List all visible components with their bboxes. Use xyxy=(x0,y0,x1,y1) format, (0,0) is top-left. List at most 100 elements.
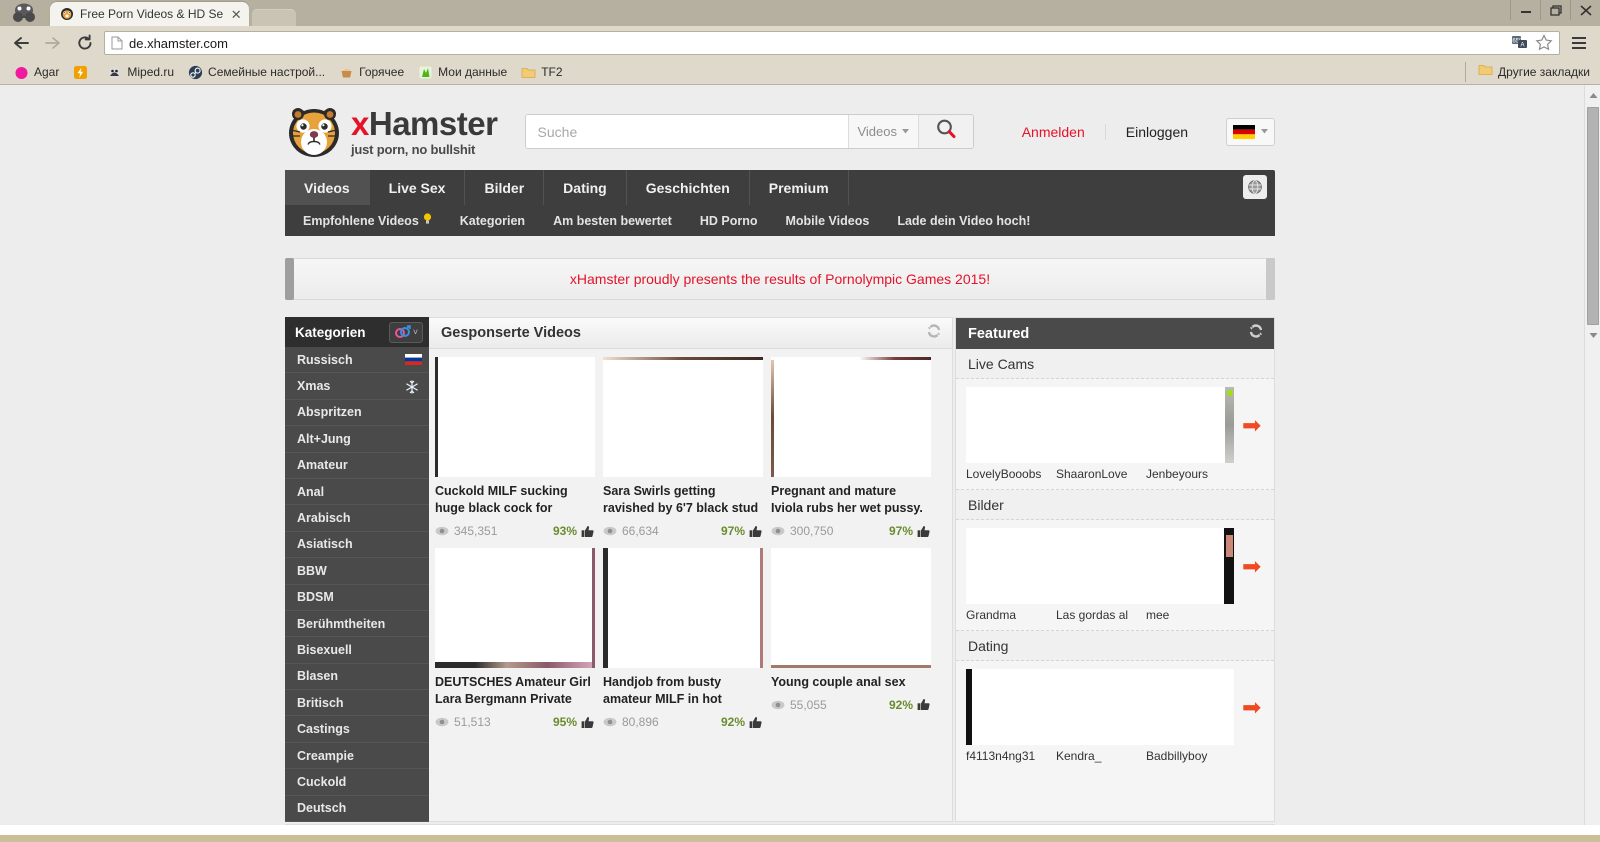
nav-item-videos[interactable]: Videos xyxy=(285,170,370,205)
sidebar-item-bdsm[interactable]: BDSM xyxy=(285,585,429,611)
featured-name[interactable]: mee xyxy=(1146,608,1236,622)
chrome-menu-button[interactable] xyxy=(1566,30,1592,56)
sidebar-item-deutsch[interactable]: Deutsch xyxy=(285,796,429,823)
vertical-scrollbar[interactable] xyxy=(1584,85,1600,827)
lightbulb-icon xyxy=(423,213,432,228)
site-logo[interactable]: xHamster just porn, no bullshit xyxy=(285,104,525,159)
featured-name[interactable]: LovelyBooobs xyxy=(966,467,1056,481)
globe-button[interactable] xyxy=(1243,175,1267,199)
bookmark-miped[interactable]: Miped.ru xyxy=(101,63,180,82)
sidebar-item-bisexuell[interactable]: Bisexuell xyxy=(285,637,429,664)
featured-thumbnails[interactable] xyxy=(966,387,1234,463)
bookmark-hot[interactable]: Горячее xyxy=(333,63,410,82)
video-card[interactable]: Cuckold MILF sucking huge black cock for… xyxy=(435,357,595,540)
address-bar[interactable]: de.xhamster.com \u6587 A xyxy=(104,31,1560,55)
featured-next-arrow[interactable]: ➡ xyxy=(1242,669,1261,745)
back-button[interactable] xyxy=(8,30,34,56)
video-thumbnail[interactable] xyxy=(435,548,595,668)
bookmark-mydata[interactable]: Мои данные xyxy=(412,63,513,82)
featured-name[interactable]: f4113n4ng31 xyxy=(966,749,1056,763)
content-columns: Kategorien ˅ Russisch Xmas Abspritzen Al… xyxy=(285,317,1275,823)
sidebar-item-blasen[interactable]: Blasen xyxy=(285,664,429,691)
video-card[interactable]: Young couple anal sex 55,055 92% xyxy=(771,548,931,731)
nav-item-dating[interactable]: Dating xyxy=(544,170,627,205)
bookmark-agar[interactable]: Agar xyxy=(8,63,65,82)
sidebar-item-xmas[interactable]: Xmas xyxy=(285,373,429,400)
video-card[interactable]: Sara Swirls getting ravished by 6'7 blac… xyxy=(603,357,763,540)
subnav-item-empfohlene-videos[interactable]: Empfohlene Videos xyxy=(289,213,446,228)
featured-next-arrow[interactable]: ➡ xyxy=(1242,387,1261,463)
promo-banner[interactable]: xHamster proudly presents the results of… xyxy=(285,258,1275,300)
login-link[interactable]: Einloggen xyxy=(1104,123,1208,140)
subnav-item-upload[interactable]: Lade dein Video hoch! xyxy=(883,214,1044,228)
sidebar-item-cuckold[interactable]: Cuckold xyxy=(285,769,429,796)
subnav-item-kategorien[interactable]: Kategorien xyxy=(446,214,539,228)
featured-name[interactable]: Kendra_ xyxy=(1056,749,1146,763)
video-card[interactable]: Handjob from busty amateur MILF in hot 8… xyxy=(603,548,763,731)
search-input[interactable] xyxy=(525,115,848,148)
sidebar-item-anal[interactable]: Anal xyxy=(285,479,429,506)
sidebar-item-amateur[interactable]: Amateur xyxy=(285,453,429,479)
signup-link[interactable]: Anmelden xyxy=(1002,124,1105,140)
browser-tab[interactable]: Free Porn Videos & HD Se ✕ xyxy=(50,2,250,26)
nav-item-premium[interactable]: Premium xyxy=(750,170,849,205)
subnav-item-mobile-videos[interactable]: Mobile Videos xyxy=(771,214,883,228)
refresh-icon[interactable] xyxy=(926,323,942,344)
nav-item-live-sex[interactable]: Live Sex xyxy=(370,170,466,205)
featured-next-arrow[interactable]: ➡ xyxy=(1242,528,1261,604)
featured-thumbnails[interactable] xyxy=(966,669,1234,745)
maximize-button[interactable] xyxy=(1540,0,1570,20)
search-category-dropdown[interactable]: Videos xyxy=(847,115,918,148)
nav-item-geschichten[interactable]: Geschichten xyxy=(627,170,750,205)
video-rating: 93% xyxy=(553,524,595,538)
video-thumbnail[interactable] xyxy=(771,357,931,477)
video-thumbnail[interactable] xyxy=(603,548,763,668)
video-thumbnail[interactable] xyxy=(435,357,595,477)
featured-row: ➡ xyxy=(956,520,1274,608)
bookmark-star-icon[interactable] xyxy=(1535,34,1553,52)
bookmark-label: Miped.ru xyxy=(127,65,175,79)
sidebar-item-castings[interactable]: Castings xyxy=(285,716,429,743)
sidebar-item-beruehmtheiten[interactable]: Berühmtheiten xyxy=(285,611,429,638)
scrollbar-thumb[interactable] xyxy=(1587,107,1599,325)
language-selector[interactable] xyxy=(1226,117,1275,146)
video-card[interactable]: DEUTSCHES Amateur Girl Lara Bergmann Pri… xyxy=(435,548,595,731)
sidebar-item-bbw[interactable]: BBW xyxy=(285,558,429,585)
scroll-down-icon[interactable] xyxy=(1585,327,1600,343)
sidebar-item-britisch[interactable]: Britisch xyxy=(285,690,429,717)
new-tab-button[interactable] xyxy=(252,9,297,26)
featured-name[interactable]: Badbillyboy xyxy=(1146,749,1236,763)
refresh-icon[interactable] xyxy=(1248,323,1264,344)
forward-button[interactable] xyxy=(40,30,66,56)
scroll-up-icon[interactable] xyxy=(1585,87,1600,103)
close-button[interactable] xyxy=(1570,0,1600,20)
reload-button[interactable] xyxy=(72,30,98,56)
featured-name[interactable]: ShaaronLove xyxy=(1056,467,1146,481)
sidebar-item-russisch[interactable]: Russisch xyxy=(285,347,429,374)
search-button[interactable] xyxy=(917,115,973,148)
video-card[interactable]: Pregnant and mature Iviola rubs her wet … xyxy=(771,357,931,540)
featured-name[interactable]: Grandma xyxy=(966,608,1056,622)
tab-close-icon[interactable]: ✕ xyxy=(229,7,243,21)
sidebar-item-abspritzen[interactable]: Abspritzen xyxy=(285,400,429,427)
featured-thumbnails[interactable] xyxy=(966,528,1234,604)
bookmark-steam[interactable]: Семейные настрой... xyxy=(182,63,331,82)
sidebar-item-creampie[interactable]: Creampie xyxy=(285,743,429,770)
bookmark-tf2[interactable]: TF2 xyxy=(515,63,568,82)
subnav-item-hd-porno[interactable]: HD Porno xyxy=(686,214,772,228)
horizontal-scrollbar[interactable] xyxy=(0,835,1600,842)
video-thumbnail[interactable] xyxy=(603,357,763,477)
featured-name[interactable]: Las gordas al xyxy=(1056,608,1146,622)
sidebar-item-arabisch[interactable]: Arabisch xyxy=(285,505,429,532)
featured-name[interactable]: Jenbeyours xyxy=(1146,467,1236,481)
sidebar-item-asiatisch[interactable]: Asiatisch xyxy=(285,532,429,559)
bookmark-bolt[interactable] xyxy=(67,63,99,82)
video-thumbnail[interactable] xyxy=(771,548,931,668)
subnav-item-am-besten-bewertet[interactable]: Am besten bewertet xyxy=(539,214,686,228)
translate-icon[interactable]: \u6587 A xyxy=(1507,34,1529,52)
sidebar-item-alt-jung[interactable]: Alt+Jung xyxy=(285,426,429,453)
nav-item-bilder[interactable]: Bilder xyxy=(465,170,545,205)
other-bookmarks[interactable]: Другие закладки xyxy=(1465,62,1590,82)
gender-filter-button[interactable]: ˅ xyxy=(389,321,423,343)
minimize-button[interactable] xyxy=(1510,0,1540,20)
